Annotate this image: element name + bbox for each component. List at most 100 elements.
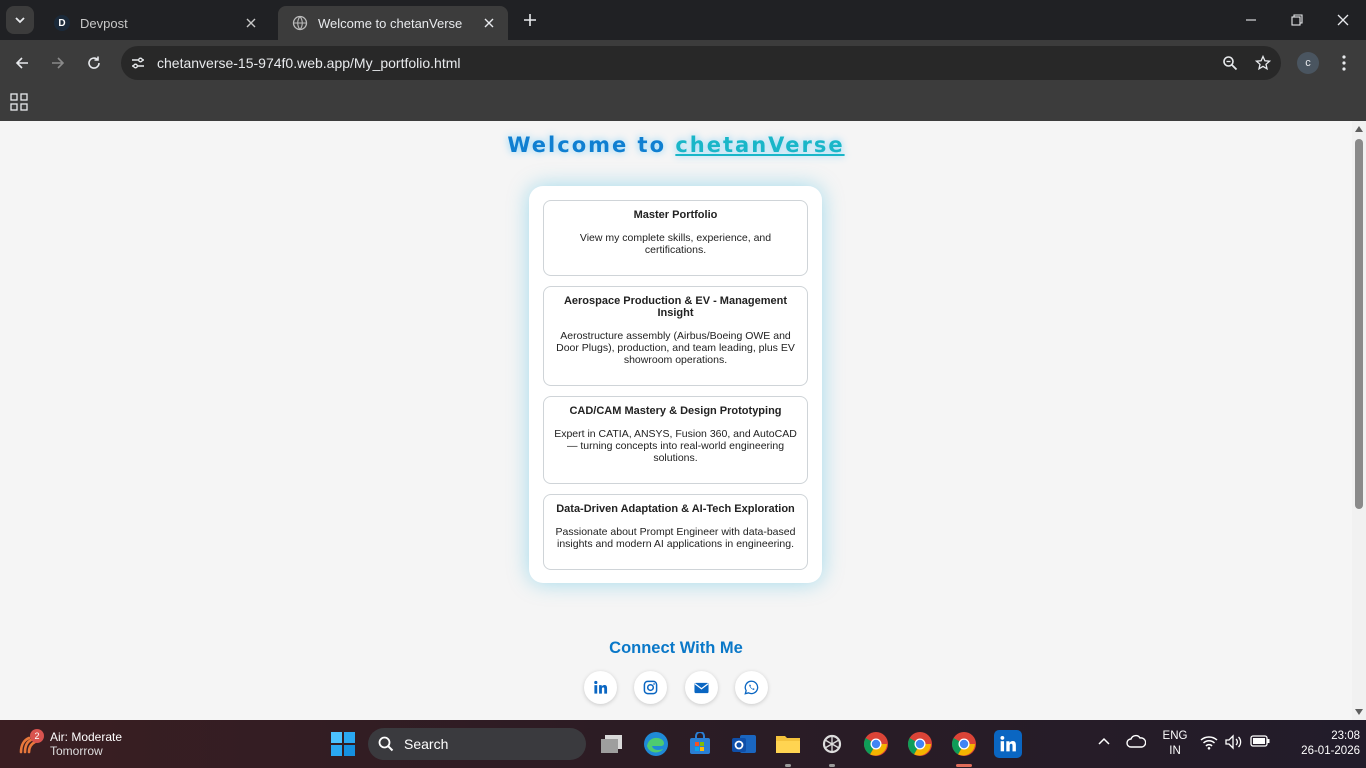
tab-title: Devpost <box>80 15 128 31</box>
instagram-icon <box>643 680 658 695</box>
bookmark-star-button[interactable] <box>1248 48 1278 78</box>
edge-icon <box>644 732 668 756</box>
card-title: Master Portfolio <box>633 209 718 221</box>
zoom-button[interactable] <box>1215 48 1245 78</box>
site-info-button[interactable] <box>123 48 153 78</box>
windows-taskbar: 2 Air: Moderate Tomorrow Search ENG IN 2… <box>0 720 1366 768</box>
brand-link[interactable]: chetanVerse <box>675 133 844 157</box>
clock-time: 23:08 <box>1331 730 1360 742</box>
task-view-icon <box>601 735 622 753</box>
page-scrollbar[interactable] <box>1352 121 1366 720</box>
reload-button[interactable] <box>80 49 108 77</box>
weather-widget[interactable]: 2 Air: Moderate Tomorrow <box>16 726 122 762</box>
url-text[interactable]: chetanverse-15-974f0.web.app/My_portfoli… <box>157 55 1215 71</box>
chatgpt-button[interactable] <box>818 730 846 758</box>
show-hidden-icons-button[interactable] <box>1096 734 1112 750</box>
email-icon <box>694 682 709 693</box>
task-view-button[interactable] <box>598 730 626 758</box>
clock-date: 26-01-2026 <box>1301 745 1360 757</box>
connect-heading: Connect With Me <box>609 639 743 657</box>
scroll-thumb[interactable] <box>1355 139 1363 509</box>
reload-icon <box>88 56 100 69</box>
air-quality-icon: 2 <box>16 729 44 757</box>
wifi-icon <box>1200 736 1218 750</box>
chrome-icon <box>907 732 932 756</box>
tab-search-button[interactable] <box>6 6 34 34</box>
scroll-down-arrow-icon[interactable] <box>1355 709 1363 715</box>
card-description: View my complete skills, experience, and… <box>579 232 772 256</box>
linkedin-app-button[interactable] <box>994 730 1022 758</box>
card-title: Data-Driven Adaptation & AI-Tech Explora… <box>556 503 795 515</box>
chrome-profile-button[interactable] <box>906 730 934 758</box>
address-bar[interactable]: chetanverse-15-974f0.web.app/My_portfoli… <box>121 46 1281 80</box>
outlook-button[interactable] <box>730 730 758 758</box>
chrome-active-button[interactable] <box>950 730 978 758</box>
new-tab-button[interactable] <box>518 8 542 32</box>
forward-button[interactable] <box>44 49 72 77</box>
microsoft-store-button[interactable] <box>686 730 714 758</box>
chrome-icon <box>951 732 976 756</box>
card-aerospace[interactable]: Aerospace Production & EV - Management I… <box>543 286 808 386</box>
close-window-button[interactable] <box>1320 0 1366 40</box>
card-description: Aerostructure assembly (Airbus/Boeing OW… <box>556 330 795 366</box>
email-link[interactable] <box>684 671 718 704</box>
restore-icon <box>1291 14 1303 26</box>
apps-button[interactable] <box>10 93 30 113</box>
plus-icon <box>524 14 536 26</box>
restore-button[interactable] <box>1274 0 1320 40</box>
card-description: Passionate about Prompt Engineer with da… <box>555 526 796 550</box>
active-indicator <box>956 764 972 767</box>
weather-title: Air: Moderate <box>50 730 123 744</box>
window-controls <box>1228 0 1366 40</box>
battery-icon <box>1250 735 1270 747</box>
search-icon <box>378 736 394 752</box>
devpost-favicon-icon: D <box>54 15 70 31</box>
quick-settings[interactable] <box>1200 734 1270 752</box>
card-title: Aerospace Production & EV - Management I… <box>563 295 788 319</box>
tab-strip: D Devpost Welcome to chetanVerse <box>0 0 1366 40</box>
tab-devpost[interactable]: D Devpost <box>40 6 270 40</box>
close-tab-icon[interactable] <box>242 14 260 32</box>
chrome-button[interactable] <box>862 730 890 758</box>
linkedin-link[interactable] <box>584 671 617 704</box>
apps-grid-icon <box>10 93 28 111</box>
kebab-menu-icon <box>1342 55 1346 71</box>
browser-menu-button[interactable] <box>1330 49 1358 77</box>
zoom-icon <box>1223 56 1238 71</box>
file-explorer-button[interactable] <box>774 730 802 758</box>
portfolio-panel: Master Portfolio View my complete skills… <box>529 186 822 583</box>
search-label: Search <box>404 736 449 752</box>
minimize-button[interactable] <box>1228 0 1274 40</box>
globe-icon <box>292 15 308 31</box>
edge-button[interactable] <box>642 730 670 758</box>
profile-avatar[interactable]: c <box>1297 52 1319 74</box>
cloud-icon <box>1126 734 1147 748</box>
back-button[interactable] <box>8 49 36 77</box>
whatsapp-link[interactable] <box>734 671 768 704</box>
page-title: Welcome to chetanVerse <box>0 133 1352 157</box>
running-indicator <box>785 764 791 767</box>
card-master-portfolio[interactable]: Master Portfolio View my complete skills… <box>543 200 808 276</box>
chevron-up-icon <box>1098 737 1110 745</box>
input-language-indicator[interactable]: ENG IN <box>1160 729 1190 759</box>
minimize-icon <box>1246 19 1256 21</box>
openai-icon <box>822 734 842 754</box>
weather-subtitle: Tomorrow <box>50 744 103 758</box>
region-code: IN <box>1169 745 1181 757</box>
onedrive-button[interactable] <box>1126 734 1147 752</box>
start-button[interactable] <box>331 732 355 756</box>
card-cad-cam[interactable]: CAD/CAM Mastery & Design Prototyping Exp… <box>543 396 808 484</box>
card-description: Expert in CATIA, ANSYS, Fusion 360, and … <box>554 428 797 464</box>
lang-code: ENG <box>1162 730 1188 742</box>
tab-chetanverse[interactable]: Welcome to chetanVerse <box>278 6 508 40</box>
bookmarks-bar <box>0 86 1366 121</box>
outlook-icon <box>732 735 756 753</box>
instagram-link[interactable] <box>634 671 668 704</box>
card-data-ai[interactable]: Data-Driven Adaptation & AI-Tech Explora… <box>543 494 808 570</box>
chevron-down-icon <box>15 17 25 24</box>
close-tab-icon[interactable] <box>480 14 498 32</box>
taskbar-search[interactable]: Search <box>368 728 586 760</box>
scroll-up-arrow-icon[interactable] <box>1355 126 1363 132</box>
windows-logo-icon <box>331 732 355 756</box>
system-clock[interactable]: 23:08 26-01-2026 <box>1300 729 1360 759</box>
